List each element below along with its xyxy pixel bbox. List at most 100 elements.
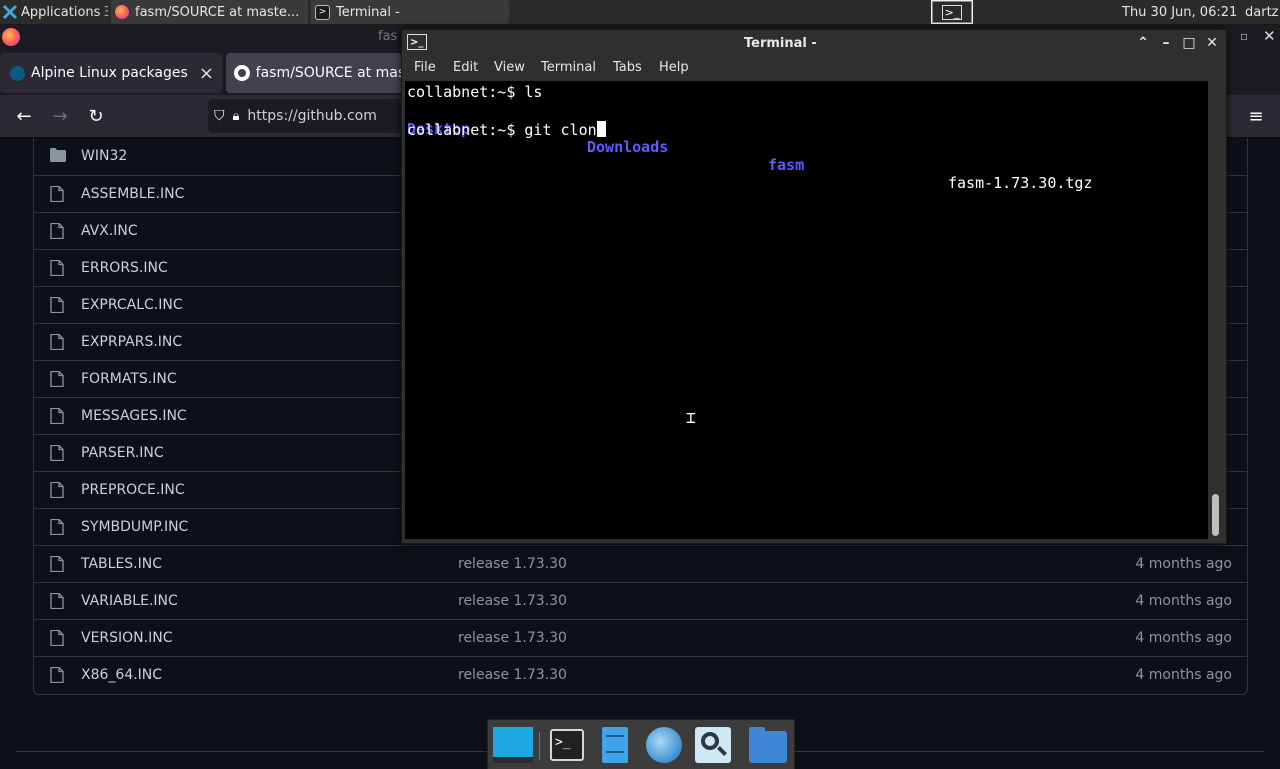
file-row[interactable]: VARIABLE.INC release 1.73.30 4 months ago [34, 582, 1247, 620]
shade-icon[interactable]: ⌃ [1135, 35, 1151, 51]
scrollbar-thumb[interactable] [1212, 494, 1219, 536]
file-name-link[interactable]: ERRORS.INC [81, 260, 168, 276]
file-row[interactable]: X86_64.INC release 1.73.30 4 months ago [34, 656, 1247, 694]
file-icon [50, 481, 66, 499]
app-finder-launcher[interactable] [693, 725, 733, 765]
workspace-preview: >_ [932, 1, 972, 23]
top-panel: Applications Ξ fasm/SOURCE at maste... >… [0, 0, 1280, 25]
menu-help[interactable]: Help [659, 60, 689, 75]
show-desktop-button[interactable] [492, 725, 533, 765]
file-row[interactable]: TABLES.INC release 1.73.30 4 months ago [34, 545, 1247, 583]
firefox-icon [115, 5, 129, 19]
file-icon [50, 296, 66, 314]
taskbar-firefox[interactable]: fasm/SOURCE at maste... [111, 0, 308, 24]
file-name-link[interactable]: VARIABLE.INC [81, 593, 178, 609]
app-menu-button[interactable]: ≡ [1244, 104, 1268, 128]
menu-view[interactable]: View [494, 60, 525, 75]
prompt-text: collabnet:~$ ls [407, 83, 543, 101]
ls-output-line: Desktop Downloads fasm fasm-1.73.30.tgz [407, 102, 1207, 192]
commit-age: 4 months ago [1135, 630, 1232, 646]
url-text: https://github.com [247, 108, 377, 124]
dock-separator [539, 732, 540, 760]
menu-terminal[interactable]: Terminal [541, 60, 596, 75]
file-icon [50, 592, 66, 610]
menu-file[interactable]: File [414, 60, 436, 75]
minimize-icon[interactable]: – [1158, 35, 1174, 51]
file-icon [50, 666, 66, 684]
maximize-icon[interactable]: □ [1181, 35, 1197, 51]
terminal-scrollbar[interactable] [1208, 81, 1222, 539]
file-icon [50, 555, 66, 573]
tab-label: fasm/SOURCE at mas [255, 65, 402, 81]
lock-icon: 🔒︎ [232, 108, 240, 124]
file-name-link[interactable]: VERSION.INC [81, 630, 173, 646]
hamburger-icon: ≡ [1248, 105, 1264, 127]
restore-icon[interactable]: ▫ [1240, 29, 1248, 43]
file-manager-launcher[interactable] [596, 725, 636, 765]
back-button[interactable]: ← [12, 104, 36, 128]
file-name-link[interactable]: SYMBDUMP.INC [81, 519, 188, 535]
file-row[interactable]: VERSION.INC release 1.73.30 4 months ago [34, 619, 1247, 657]
file-name-link[interactable]: X86_64.INC [81, 667, 162, 683]
file-name-link[interactable]: PARSER.INC [81, 445, 164, 461]
window-title: fas [378, 29, 398, 44]
terminal-line: collabnet:~$ ls [407, 83, 542, 102]
reload-icon: ↻ [88, 105, 104, 127]
taskbar-label: fasm/SOURCE at maste... [135, 4, 300, 20]
forward-button[interactable]: → [48, 104, 72, 128]
commit-message-link[interactable]: release 1.73.30 [458, 667, 567, 683]
commit-message-link[interactable]: release 1.73.30 [458, 593, 567, 609]
taskbar-terminal[interactable]: > Terminal - [311, 0, 509, 24]
web-browser-launcher[interactable] [644, 725, 684, 765]
folder-launcher[interactable] [747, 725, 787, 765]
alpine-logo-icon [10, 65, 25, 81]
desktop-icon [493, 727, 533, 763]
prompt-text: collabnet:~$ git clon [407, 121, 597, 139]
tab-close-icon[interactable]: × [199, 63, 214, 84]
file-name-link[interactable]: ASSEMBLE.INC [81, 186, 184, 202]
file-name-link[interactable]: EXPRCALC.INC [81, 297, 183, 313]
terminal-icon: > [315, 4, 330, 20]
shield-icon: ⛉ [214, 108, 225, 124]
file-name-link[interactable]: AVX.INC [81, 223, 138, 239]
dock: >_ [487, 719, 795, 769]
firefox-icon [2, 28, 20, 46]
file-cabinet-icon [602, 727, 628, 763]
file-name-link[interactable]: WIN32 [81, 148, 127, 164]
folder-icon [50, 148, 66, 165]
folder-icon [749, 727, 787, 763]
file-name-link[interactable]: TABLES.INC [81, 556, 162, 572]
close-icon[interactable]: ✕ [1263, 27, 1276, 45]
terminal-icon: >_ [941, 4, 963, 20]
terminal-icon: >_ [550, 729, 584, 761]
menu-tabs[interactable]: Tabs [613, 60, 642, 75]
github-icon [234, 65, 250, 81]
reload-button[interactable]: ↻ [84, 104, 108, 128]
menu-edit[interactable]: Edit [453, 60, 478, 75]
terminal-launcher[interactable]: >_ [548, 725, 588, 765]
text-cursor [596, 121, 606, 137]
file-name-link[interactable]: EXPRPARS.INC [81, 334, 182, 350]
file-name-link[interactable]: PREPROCE.INC [81, 482, 185, 498]
taskbar-label: Terminal - [336, 4, 400, 20]
file-icon [50, 407, 66, 425]
ibeam-cursor-icon: ⌶ [686, 408, 696, 427]
tab-alpine[interactable]: Alpine Linux packages × [0, 53, 222, 93]
file-name-link[interactable]: FORMATS.INC [81, 371, 177, 387]
terminal-icon: >_ [407, 34, 427, 50]
file-icon [50, 185, 66, 203]
commit-message-link[interactable]: release 1.73.30 [458, 630, 567, 646]
commit-message-link[interactable]: release 1.73.30 [458, 556, 567, 572]
applications-menu[interactable]: Applications Ξ [0, 0, 108, 24]
file-name-link[interactable]: MESSAGES.INC [81, 408, 187, 424]
terminal-titlebar: >_ Terminal - ⌃ – □ ✕ [402, 30, 1226, 56]
commit-age: 4 months ago [1135, 556, 1232, 572]
workspace-switcher[interactable]: >_ [931, 0, 973, 24]
close-icon[interactable]: ✕ [1204, 35, 1220, 51]
user-menu[interactable]: dartz [1245, 0, 1280, 24]
clock[interactable]: Thu 30 Jun, 06:21 [1122, 0, 1237, 24]
terminal-output[interactable]: collabnet:~$ ls Desktop Downloads fasm f… [405, 81, 1208, 539]
web-browser-icon [646, 727, 682, 763]
tab-fasm-source[interactable]: fasm/SOURCE at mas [226, 53, 402, 93]
file-icon [50, 333, 66, 351]
